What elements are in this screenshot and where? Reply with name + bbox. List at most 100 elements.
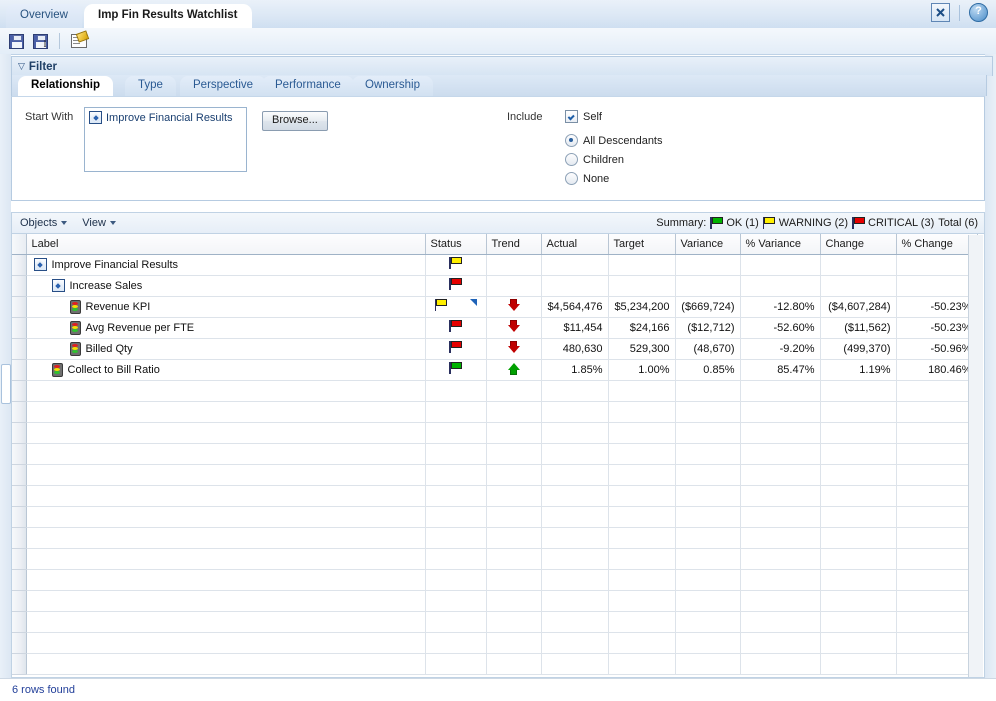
flag-crit-icon: [449, 278, 462, 290]
cell-empty: [26, 527, 425, 548]
row-gutter[interactable]: [12, 296, 26, 317]
browse-button[interactable]: Browse...: [262, 111, 328, 131]
help-button[interactable]: ?: [969, 3, 988, 22]
cell-empty: [541, 380, 608, 401]
column-header-target[interactable]: Target: [608, 234, 675, 254]
table-row[interactable]: Billed Qty480,630529,300(48,670)-9.20%(4…: [12, 338, 977, 359]
cell-empty: [740, 548, 820, 569]
cell-empty: [896, 485, 977, 506]
kpi-traffic-light-icon: [70, 321, 81, 335]
cell-empty: [740, 632, 820, 653]
filter-header[interactable]: ▽ Filter: [11, 56, 993, 76]
row-gutter: [12, 380, 26, 401]
cell-empty: [486, 422, 541, 443]
summary-critical: CRITICAL (3): [852, 217, 934, 229]
results-table: Label Status Trend Actual Target Varianc…: [12, 234, 978, 675]
tab-performance[interactable]: Performance: [262, 76, 354, 96]
row-gutter-header: [12, 234, 26, 254]
objective-icon: [89, 111, 102, 124]
row-gutter[interactable]: [12, 254, 26, 275]
row-gutter[interactable]: [12, 317, 26, 338]
cell-actual: [541, 254, 608, 275]
table-row[interactable]: Improve Financial Results: [12, 254, 977, 275]
tab-overview[interactable]: Overview: [6, 4, 82, 28]
table-row[interactable]: Increase Sales: [12, 275, 977, 296]
radio-all-descendants[interactable]: All Descendants: [565, 134, 663, 147]
row-gutter: [12, 485, 26, 506]
left-rail: [0, 54, 11, 678]
tab-type[interactable]: Type: [125, 76, 176, 96]
cell-empty: [740, 506, 820, 527]
save-button[interactable]: [7, 32, 25, 50]
annotation-marker-icon[interactable]: [470, 299, 477, 306]
cell-empty: [896, 422, 977, 443]
column-header-trend[interactable]: Trend: [486, 234, 541, 254]
column-header-status[interactable]: Status: [425, 234, 486, 254]
start-with-item[interactable]: Improve Financial Results: [89, 111, 242, 124]
column-header-change[interactable]: Change: [820, 234, 896, 254]
close-button[interactable]: [931, 3, 950, 22]
radio-none[interactable]: None: [565, 172, 609, 185]
cell-empty: [896, 653, 977, 674]
column-header-pct-change[interactable]: % Change: [896, 234, 977, 254]
radio-children[interactable]: Children: [565, 153, 624, 166]
close-x-glyph: [935, 7, 946, 18]
radio-all-descendants-dot: [565, 134, 578, 147]
column-header-label[interactable]: Label: [26, 234, 425, 254]
status-bar: 6 rows found: [0, 678, 996, 701]
flag-ok-icon: [710, 217, 723, 229]
cell-empty: [740, 653, 820, 674]
checkbox-self[interactable]: Self: [565, 110, 602, 123]
cell-trend: [486, 359, 541, 380]
column-header-pct-variance[interactable]: % Variance: [740, 234, 820, 254]
tab-imp-fin-results-watchlist[interactable]: Imp Fin Results Watchlist: [84, 4, 252, 28]
cell-empty: [740, 380, 820, 401]
start-with-list[interactable]: Improve Financial Results: [84, 107, 247, 172]
left-rail-handle[interactable]: [1, 364, 11, 404]
properties-button[interactable]: [70, 32, 88, 50]
cell-empty: [541, 527, 608, 548]
row-gutter[interactable]: [12, 359, 26, 380]
cell-empty: [608, 422, 675, 443]
cell-empty: [608, 485, 675, 506]
checkbox-self-label: Self: [583, 111, 602, 123]
cell-trend: [486, 254, 541, 275]
table-empty-row: [12, 485, 977, 506]
results-table-container: Label Status Trend Actual Target Varianc…: [11, 234, 985, 678]
cell-empty: [486, 548, 541, 569]
cell-empty: [675, 464, 740, 485]
objective-icon: [34, 258, 47, 271]
tab-relationship[interactable]: Relationship: [18, 76, 113, 96]
cell-empty: [896, 443, 977, 464]
cell-target: $5,234,200: [608, 296, 675, 317]
table-row[interactable]: Avg Revenue per FTE$11,454$24,166($12,71…: [12, 317, 977, 338]
cell-empty: [425, 422, 486, 443]
vertical-scrollbar[interactable]: [968, 235, 983, 677]
table-row[interactable]: Collect to Bill Ratio1.85%1.00%0.85%85.4…: [12, 359, 977, 380]
view-menu[interactable]: View: [74, 217, 123, 229]
objects-menu[interactable]: Objects: [12, 217, 74, 229]
cell-empty: [608, 464, 675, 485]
column-header-variance[interactable]: Variance: [675, 234, 740, 254]
row-gutter[interactable]: [12, 338, 26, 359]
kpi-traffic-light-icon: [52, 363, 63, 377]
row-label: Increase Sales: [70, 280, 143, 292]
tab-ownership[interactable]: Ownership: [352, 76, 433, 96]
tab-performance-label: Performance: [275, 79, 341, 91]
cell-empty: [425, 506, 486, 527]
row-gutter[interactable]: [12, 275, 26, 296]
filter-panel: Start With Improve Financial Results Bro…: [11, 96, 985, 201]
tab-perspective[interactable]: Perspective: [180, 76, 266, 96]
cell-empty: [896, 401, 977, 422]
cell-empty: [675, 527, 740, 548]
column-header-actual[interactable]: Actual: [541, 234, 608, 254]
save-as-button[interactable]: I: [31, 32, 49, 50]
radio-none-label: None: [583, 173, 609, 185]
start-with-item-label: Improve Financial Results: [106, 112, 233, 124]
summary-warning-label: WARNING (2): [779, 217, 848, 229]
table-row[interactable]: Revenue KPI$4,564,476$5,234,200($669,724…: [12, 296, 977, 317]
cell-change: (499,370): [820, 338, 896, 359]
cell-trend: [486, 338, 541, 359]
cell-empty: [608, 569, 675, 590]
cell-pct-change: [896, 254, 977, 275]
